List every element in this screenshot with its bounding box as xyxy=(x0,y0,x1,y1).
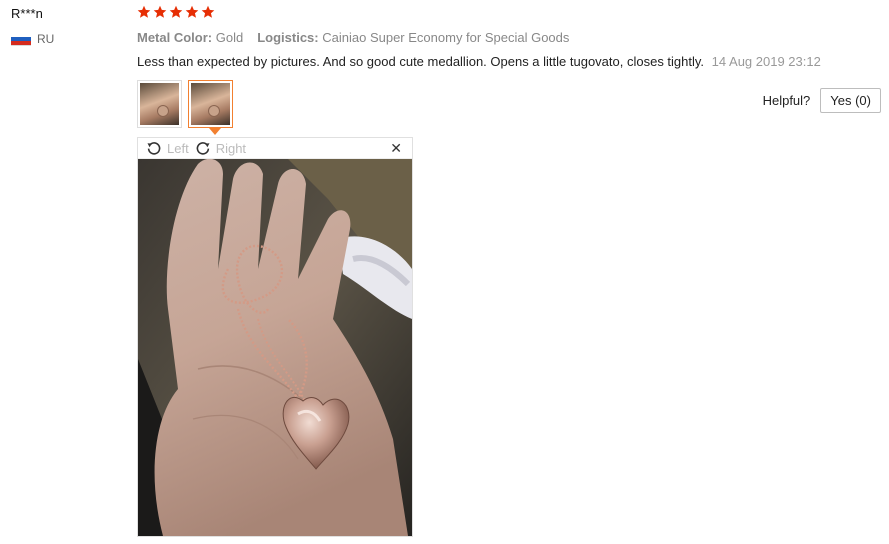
rotate-right-icon xyxy=(196,142,210,155)
rotate-right-label: Right xyxy=(215,140,247,156)
active-thumbnail-caret xyxy=(209,128,221,135)
attribute-value: Gold xyxy=(215,30,244,45)
star-icon xyxy=(169,5,183,18)
russia-flag-icon xyxy=(11,32,31,46)
image-viewer: Left Right ✕ xyxy=(137,137,413,537)
review-date: 14 Aug 2019 23:12 xyxy=(711,54,821,69)
reviewer-country: RU xyxy=(11,32,54,46)
star-icon xyxy=(185,5,199,18)
star-icon xyxy=(137,5,151,18)
star-icon xyxy=(153,5,167,18)
viewer-toolbar: Left Right ✕ xyxy=(138,138,412,159)
helpful-section: Helpful? Yes (0) xyxy=(763,88,881,113)
helpful-label: Helpful? xyxy=(762,93,811,108)
thumbnail-1[interactable] xyxy=(137,80,182,128)
rotate-left-icon xyxy=(147,142,161,155)
attribute-key: Logistics: xyxy=(257,30,319,45)
country-code: RU xyxy=(37,32,55,46)
review-attributes: Metal Color: Gold Logistics: Cainiao Sup… xyxy=(137,30,569,45)
attribute-metal-color: Metal Color: Gold xyxy=(137,30,243,45)
thumbnail-image xyxy=(191,83,230,125)
review-photo-large xyxy=(138,159,412,536)
star-rating xyxy=(137,5,215,19)
close-icon[interactable]: ✕ xyxy=(390,140,402,157)
rotate-left-button[interactable]: Left xyxy=(146,140,189,156)
hand-holding-necklace-image xyxy=(138,159,412,536)
attribute-logistics: Logistics: Cainiao Super Economy for Spe… xyxy=(257,30,569,45)
reviewer-name: R***n xyxy=(11,6,43,21)
thumbnail-2[interactable] xyxy=(188,80,233,135)
attribute-value: Cainiao Super Economy for Special Goods xyxy=(322,30,570,45)
rotate-right-button[interactable]: Right xyxy=(195,140,246,156)
attribute-key: Metal Color: xyxy=(137,30,213,45)
star-icon xyxy=(201,5,215,18)
review-thumbnails xyxy=(137,80,233,135)
rotate-left-label: Left xyxy=(167,140,189,156)
review-body: Less than expected by pictures. And so g… xyxy=(137,54,821,69)
helpful-yes-button[interactable]: Yes (0) xyxy=(820,88,881,113)
thumbnail-image xyxy=(140,83,179,125)
review-text: Less than expected by pictures. And so g… xyxy=(137,54,705,69)
